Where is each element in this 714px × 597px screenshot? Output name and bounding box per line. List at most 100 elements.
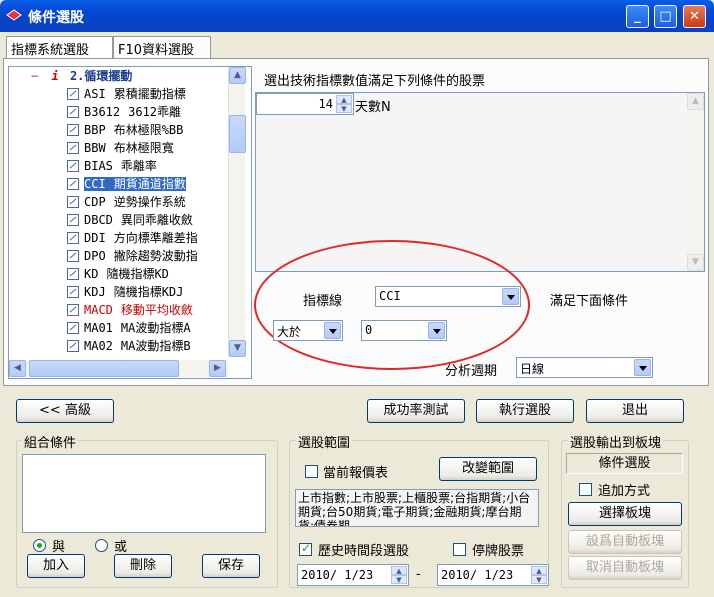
scroll-up-button[interactable]: ▲ (229, 67, 246, 84)
tree-item-name: 隨機指標KD (106, 267, 169, 281)
spin-down-icon[interactable]: ▼ (531, 575, 547, 584)
period-value: 日線 (520, 362, 545, 376)
exit-button[interactable]: 退出 (586, 399, 684, 423)
parameter-area: ▲ ▼ (255, 92, 705, 272)
tree-item[interactable]: BBW 布林極限寬 (67, 139, 174, 157)
operator-select[interactable]: 大於 (273, 320, 343, 341)
and-radio[interactable] (33, 539, 46, 552)
days-stepper-buttons[interactable]: ▲ ▼ (336, 95, 352, 113)
tree-item-label: BIAS (84, 159, 113, 173)
spin-up-icon[interactable]: ▲ (336, 95, 352, 104)
execute-select-button[interactable]: 執行選股 (476, 399, 574, 423)
date-to-value: 2010/ 1/23 (441, 568, 514, 582)
history-period-checkbox[interactable] (299, 541, 312, 556)
indicator-icon (67, 322, 79, 334)
hscroll-thumb[interactable] (29, 360, 179, 377)
combo-condition-title: 組合條件 (22, 432, 79, 451)
date-to-picker[interactable]: 2010/ 1/23 ▲ ▼ (437, 564, 549, 586)
threshold-select[interactable]: 0 (361, 320, 447, 341)
spin-down-icon[interactable]: ▼ (336, 104, 352, 113)
app-icon (6, 8, 22, 22)
title-bar[interactable] (0, 0, 714, 32)
suspended-stocks-checkbox[interactable] (453, 543, 466, 556)
param-scroll-up[interactable]: ▲ (687, 93, 704, 110)
indicator-tree[interactable]: − i 2.循環擺動 ASI 累積擺動指標 B3612 3612乖離 BBP 布林極限%B… (8, 66, 252, 379)
delete-button[interactable]: 刪除 (114, 554, 172, 578)
indicator-icon (67, 160, 79, 172)
current-quote-checkbox[interactable] (305, 465, 318, 478)
tree-item[interactable]: DBCD 異同乖離收斂 (67, 211, 193, 229)
chevron-down-icon[interactable] (428, 322, 445, 339)
choose-block-button[interactable]: 選擇板塊 (568, 502, 682, 526)
success-rate-test-button[interactable]: 成功率測試 (367, 399, 465, 423)
param-scrollbar[interactable]: ▲ ▼ (687, 93, 704, 271)
days-stepper[interactable]: 14 ▲ ▼ (256, 93, 354, 115)
save-button[interactable]: 保存 (202, 554, 260, 578)
tree-horizontal-scrollbar[interactable]: ◀ ▶ (9, 360, 228, 377)
expander-icon[interactable]: − (31, 69, 38, 83)
date-to-stepper[interactable]: ▲ ▼ (531, 566, 547, 584)
tree-item[interactable]: CCI 期貨通道指數 (67, 175, 186, 193)
tree-item-name: 方向標準離差指 (113, 231, 198, 245)
param-scroll-down[interactable]: ▼ (687, 254, 704, 271)
tree-item[interactable]: CDP 逆勢操作系統 (67, 193, 186, 211)
indicator-icon (67, 142, 79, 154)
tree-item[interactable]: MA02 MA波動指標B (67, 337, 191, 355)
tree-item[interactable]: ASI 累積擺動指標 (67, 85, 186, 103)
indicator-icon (67, 88, 79, 100)
chevron-down-icon[interactable] (634, 359, 651, 376)
close-button[interactable]: ✕ (683, 5, 706, 28)
maximize-button[interactable]: □ (654, 5, 677, 28)
select-range-title: 選股範圍 (296, 432, 353, 451)
minimize-button[interactable]: _ (626, 5, 649, 28)
date-from-stepper[interactable]: ▲ ▼ (391, 566, 407, 584)
tree-item[interactable]: BBP 布林極限%BB (67, 121, 183, 139)
output-block-title: 選股輸出到板塊 (568, 432, 664, 451)
combo-condition-list[interactable] (22, 454, 266, 533)
add-button[interactable]: 加入 (27, 554, 85, 578)
tree-item[interactable]: MACD 移動平均收斂 (67, 301, 193, 319)
tree-item[interactable]: DDI 方向標準離差指 (67, 229, 198, 247)
chevron-down-icon[interactable] (502, 288, 519, 305)
scroll-left-button[interactable]: ◀ (9, 360, 26, 377)
tree-item-label: KDJ (84, 285, 106, 299)
tab-indicator-select[interactable]: 指標系統選股 (6, 36, 113, 58)
spin-up-icon[interactable]: ▲ (531, 566, 547, 575)
tree-item-label: DDI (84, 231, 106, 245)
scroll-down-button[interactable]: ▼ (229, 340, 246, 357)
period-select[interactable]: 日線 (516, 357, 653, 378)
tree-item[interactable]: DPO 撇除趨勢波動指 (67, 247, 198, 265)
days-value: 14 (318, 97, 333, 111)
indicator-line-select[interactable]: CCI (375, 286, 521, 307)
advanced-button[interactable]: << 高級 (16, 399, 114, 423)
date-from-picker[interactable]: 2010/ 1/23 ▲ ▼ (297, 564, 409, 586)
spin-down-icon[interactable]: ▼ (391, 575, 407, 584)
tree-item[interactable]: MA01 MA波動指標A (67, 319, 191, 337)
tree-item-name: 布林極限%BB (113, 123, 184, 137)
change-range-button[interactable]: 改變範圍 (439, 457, 537, 481)
tree-group-row[interactable]: − i 2.循環擺動 (31, 67, 132, 85)
scroll-right-button[interactable]: ▶ (209, 360, 226, 377)
tree-item[interactable]: KDJ 隨機指標KDJ (67, 283, 183, 301)
tree-vertical-scrollbar[interactable]: ▲ ▼ (228, 67, 246, 357)
tree-item-label: B3612 (84, 105, 121, 119)
scroll-thumb[interactable] (229, 115, 246, 153)
range-text: 上市指數;上市股票;上櫃股票;台指期貨;小台期貨;台50期貨;電子期貨;金融期貨… (295, 489, 539, 527)
spin-up-icon[interactable]: ▲ (391, 566, 407, 575)
or-label: 或 (114, 540, 128, 555)
tree-item[interactable]: BIAS 乖離率 (67, 157, 157, 175)
tab-f10-select[interactable]: F10資料選股 (113, 36, 211, 58)
tree-item-name: 撇除趨勢波動指 (113, 249, 198, 263)
tree-item[interactable]: B3612 3612乖離 (67, 103, 181, 121)
tree-item-name: MA波動指標A (120, 321, 191, 335)
indicator-icon (67, 286, 79, 298)
tree-item-label: MACD (84, 303, 113, 317)
cancel-auto-block-button[interactable]: 取消自動板塊 (568, 556, 682, 580)
tree-item[interactable]: KD 隨機指標KD (67, 265, 169, 283)
append-mode-checkbox[interactable] (579, 483, 592, 496)
set-auto-block-button[interactable]: 設爲自動板塊 (568, 530, 682, 554)
chevron-down-icon[interactable] (324, 322, 341, 339)
indicator-icon (67, 340, 79, 352)
indicator-icon (67, 268, 79, 280)
or-radio[interactable] (95, 539, 108, 552)
